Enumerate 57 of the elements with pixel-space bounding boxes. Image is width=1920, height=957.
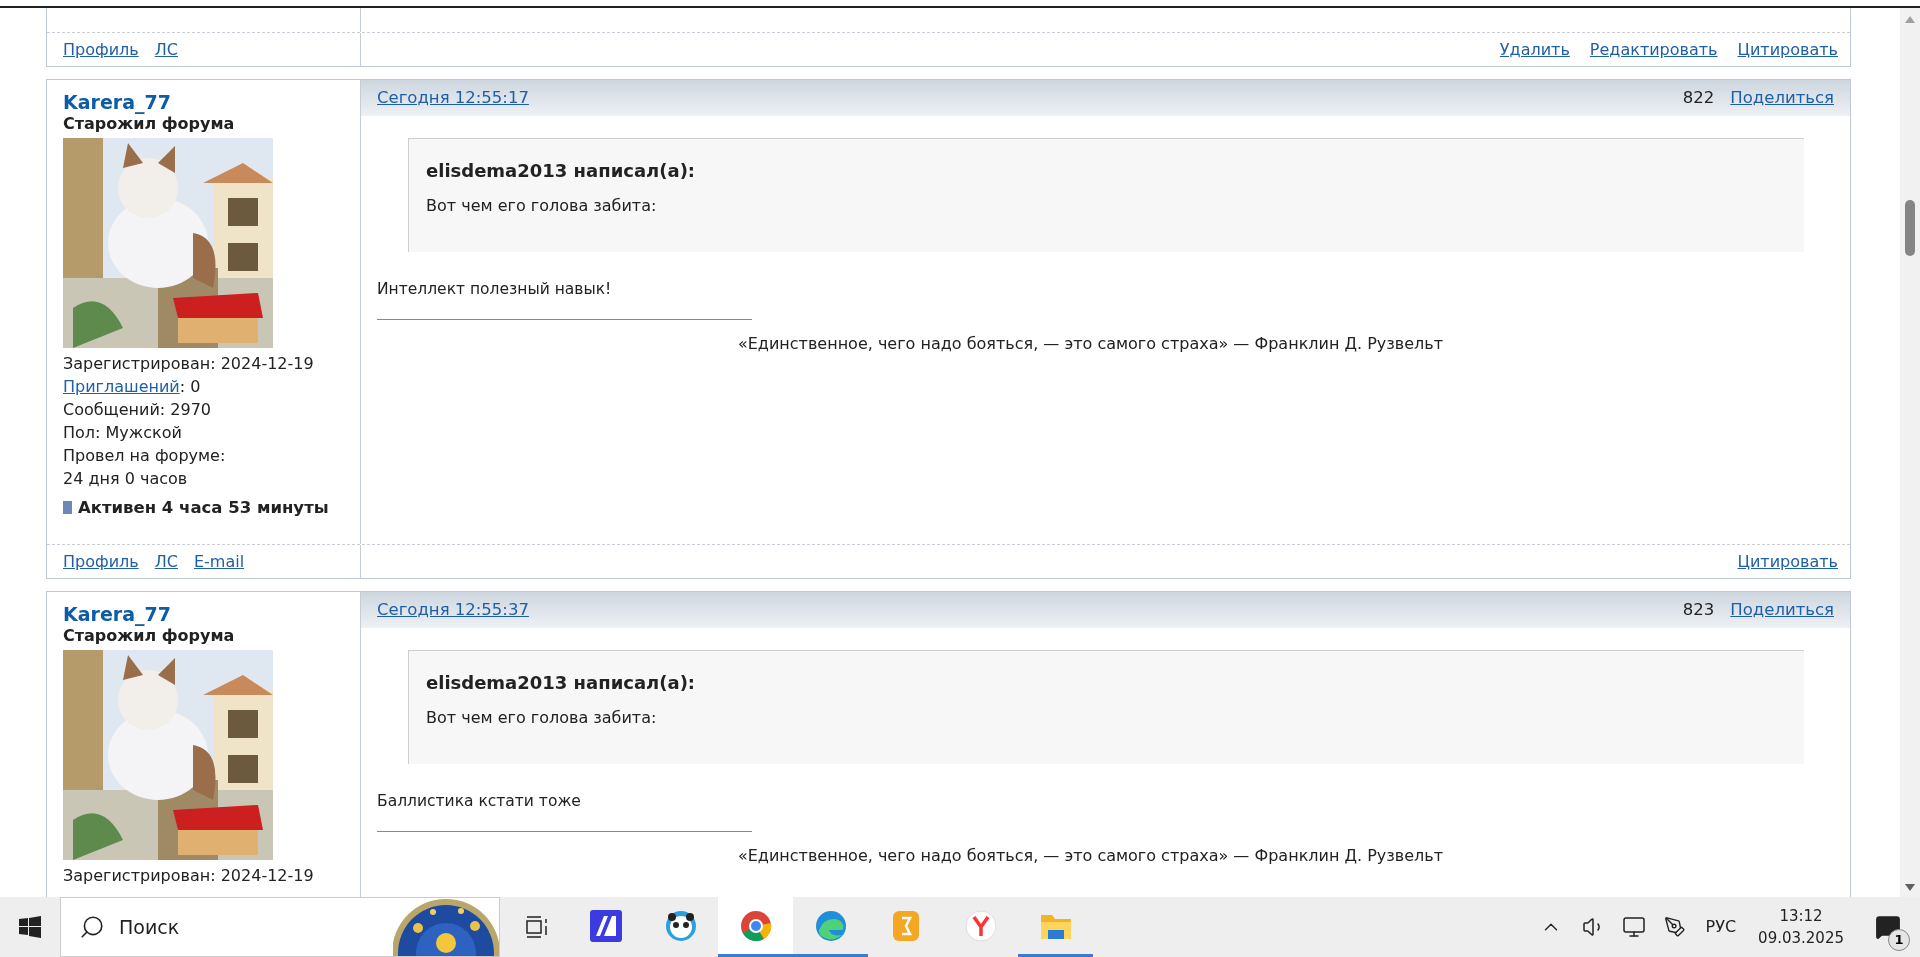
time-on-forum: 24 дня 0 часов bbox=[63, 468, 189, 490]
footer-link[interactable]: Профиль bbox=[63, 37, 139, 62]
clock-time: 13:12 bbox=[1779, 906, 1823, 927]
browser-icon bbox=[964, 909, 997, 942]
share-link[interactable]: Поделиться bbox=[1730, 597, 1834, 623]
task-view-icon bbox=[526, 916, 550, 938]
username-link[interactable]: Karera_77 bbox=[63, 602, 344, 626]
post-number: 822 bbox=[1682, 86, 1715, 109]
language-indicator[interactable]: РУС bbox=[1705, 915, 1737, 939]
scrollbar[interactable] bbox=[1900, 8, 1920, 897]
notification-count: 1 bbox=[1888, 929, 1910, 951]
footer-link[interactable]: Цитировать bbox=[1737, 549, 1838, 574]
time-on-forum-label: Провел на форуме: bbox=[63, 445, 227, 467]
footer-link[interactable]: ЛС bbox=[154, 549, 178, 574]
footer-link[interactable]: Цитировать bbox=[1737, 37, 1838, 62]
clock-date: 09.03.2025 bbox=[1758, 928, 1844, 949]
footer-link[interactable]: Редактировать bbox=[1589, 37, 1718, 62]
edge-icon bbox=[814, 909, 847, 942]
scrollbar-thumb[interactable] bbox=[1905, 200, 1915, 256]
chrome-icon bbox=[739, 909, 772, 942]
quote-author: elisdema2013 написал(а): bbox=[426, 671, 697, 695]
post-date-link[interactable]: Сегодня 12:55:17 bbox=[377, 85, 529, 111]
share-link[interactable]: Поделиться bbox=[1730, 85, 1834, 111]
signature: «Единственное, чего надо бояться, — это самого страха» — Франклин Д. Рузвельт bbox=[736, 333, 1444, 356]
quote-text: Вот чем его голова забита: bbox=[426, 195, 658, 217]
search-icon bbox=[79, 914, 105, 940]
invites-link[interactable]: Приглашений bbox=[63, 377, 180, 396]
search-placeholder: Поиск bbox=[119, 914, 181, 940]
panda-icon bbox=[663, 909, 698, 942]
pen-icon[interactable] bbox=[1663, 916, 1686, 938]
user-rank: Старожил форума bbox=[63, 626, 236, 646]
post-text: Интеллект полезный навык! bbox=[377, 279, 613, 300]
activity-status: Активен 4 часа 53 минуты bbox=[78, 497, 329, 519]
footer-link[interactable]: Удалить bbox=[1499, 37, 1570, 62]
footer-link[interactable]: ЛС bbox=[154, 37, 178, 62]
scroll-down-icon[interactable] bbox=[1905, 884, 1915, 891]
username-link[interactable]: Karera_77 bbox=[63, 90, 344, 114]
app-icon bbox=[589, 909, 622, 942]
post-text: Баллистика кстати тоже bbox=[377, 791, 582, 812]
message-count: Сообщений: 2970 bbox=[63, 399, 212, 421]
clock[interactable]: 13:12 09.03.2025 bbox=[1758, 905, 1844, 949]
user-rank: Старожил форума bbox=[63, 114, 236, 134]
activity-icon bbox=[63, 501, 72, 514]
invites-count: : 0 bbox=[179, 377, 201, 396]
gender: Пол: Мужской bbox=[63, 422, 183, 444]
registration-date: Зарегистрирован: 2024-12-19 bbox=[63, 865, 315, 887]
post-number: 823 bbox=[1682, 598, 1715, 621]
quote-text: Вот чем его голова забита: bbox=[426, 707, 658, 729]
footer-link[interactable]: E-mail bbox=[193, 549, 245, 574]
signature: «Единственное, чего надо бояться, — это самого страха» — Франклин Д. Рузвельт bbox=[736, 845, 1444, 868]
search-field[interactable]: Поиск bbox=[60, 897, 500, 957]
quote-author: elisdema2013 написал(а): bbox=[426, 159, 697, 183]
windows-icon bbox=[19, 916, 41, 938]
post-date-link[interactable]: Сегодня 12:55:37 bbox=[377, 597, 529, 623]
registration-date: Зарегистрирован: 2024-12-19 bbox=[63, 353, 315, 375]
footer-link[interactable]: Профиль bbox=[63, 549, 139, 574]
app-icon bbox=[890, 909, 921, 942]
